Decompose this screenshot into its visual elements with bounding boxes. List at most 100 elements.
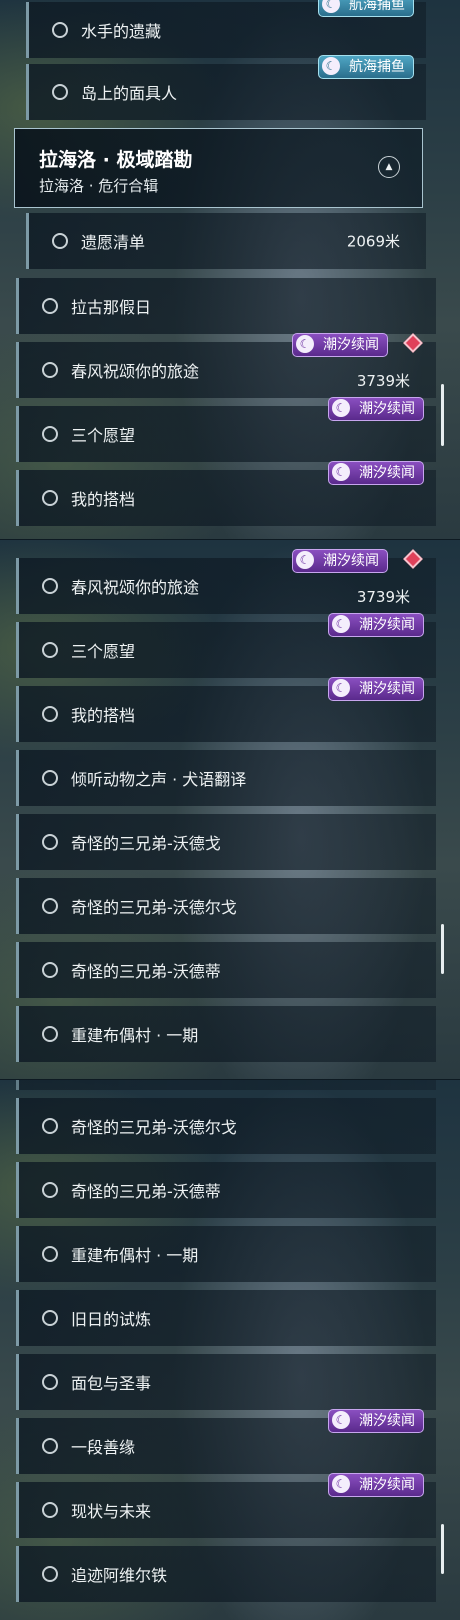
quest-label: 奇怪的三兄弟-沃德尔戈: [71, 898, 237, 917]
quest-label: 我的搭档: [71, 490, 136, 509]
quest-row[interactable]: 水手的遗藏 ☾ 航海捕鱼: [26, 0, 426, 58]
quest-list-panel-2: 春风祝颂你的旅途 ☾ 潮汐续闻 3739米 三个愿望 ☾ 潮汐续闻 我的搭档 ☾…: [0, 540, 460, 1080]
quest-row[interactable]: 倾听动物之声 · 犬语翻译: [16, 750, 436, 806]
crescent-wave-icon: ☾: [332, 1475, 350, 1493]
quest-row[interactable]: 拉古那假日: [16, 278, 436, 334]
crescent-wave-icon: ☾: [296, 335, 314, 353]
quest-radio[interactable]: [42, 706, 58, 722]
badge-label: 潮汐续闻: [359, 1477, 415, 1493]
quest-radio[interactable]: [42, 1246, 58, 1262]
quest-radio[interactable]: [42, 426, 58, 442]
tidal-tales-badge: ☾ 潮汐续闻: [292, 333, 388, 357]
section-header[interactable]: 拉海洛 · 极域踏勘 拉海洛 · 危行合辑 ▲: [14, 128, 423, 208]
tidal-tales-badge: ☾ 潮汐续闻: [292, 549, 388, 573]
sailing-fishing-badge: ☾ 航海捕鱼: [318, 55, 414, 79]
quest-row[interactable]: 岛上的面具人 ☾ 航海捕鱼: [26, 55, 426, 120]
quest-label: 一段善缘: [71, 1438, 136, 1457]
quest-label: 奇怪的三兄弟-沃德蒂: [71, 1182, 221, 1201]
tidal-tales-badge: ☾ 潮汐续闻: [328, 397, 424, 421]
quest-radio[interactable]: [42, 1026, 58, 1042]
quest-radio[interactable]: [42, 1310, 58, 1326]
quest-radio[interactable]: [52, 233, 68, 249]
badge-label: 潮汐续闻: [359, 1413, 415, 1429]
scrollbar-thumb[interactable]: [441, 1524, 444, 1574]
crescent-wave-icon: ☾: [332, 1411, 350, 1429]
quest-row[interactable]: 春风祝颂你的旅途 ☾ 潮汐续闻 3739米: [16, 549, 436, 614]
quest-row[interactable]: 我的搭档 ☾ 潮汐续闻: [16, 461, 436, 526]
quest-row[interactable]: 遗愿清单 2069米: [26, 213, 426, 269]
quest-radio[interactable]: [42, 770, 58, 786]
quest-row[interactable]: 重建布偶村 · 一期: [16, 1226, 436, 1282]
quest-radio[interactable]: [42, 578, 58, 594]
quest-row[interactable]: 三个愿望 ☾ 潮汐续闻: [16, 397, 436, 462]
quest-radio[interactable]: [42, 1182, 58, 1198]
quest-row[interactable]: 奇怪的三兄弟-沃德尔戈: [16, 878, 436, 934]
quest-radio[interactable]: [42, 834, 58, 850]
triangle-up-icon: ▲: [385, 162, 393, 172]
sailing-fishing-badge: ☾ 航海捕鱼: [318, 0, 414, 17]
quest-label: 遗愿清单: [81, 233, 146, 252]
quest-row[interactable]: 三个愿望 ☾ 潮汐续闻: [16, 613, 436, 678]
quest-label: 春风祝颂你的旅途: [71, 578, 200, 597]
quest-label: 我的搭档: [71, 706, 136, 725]
crescent-wave-icon: ☾: [322, 0, 340, 13]
crescent-wave-icon: ☾: [332, 463, 350, 481]
quest-distance: 3739米: [356, 372, 410, 390]
quest-radio[interactable]: [42, 962, 58, 978]
badge-label: 潮汐续闻: [359, 465, 415, 481]
crescent-wave-icon: ☾: [332, 679, 350, 697]
quest-radio[interactable]: [42, 1374, 58, 1390]
quest-distance: 3739米: [356, 588, 410, 606]
quest-row[interactable]: 一段善缘 ☾ 潮汐续闻: [16, 1409, 436, 1474]
scrollbar-thumb[interactable]: [441, 924, 444, 974]
quest-distance: 2069米: [346, 232, 400, 251]
quest-label: 拉古那假日: [71, 298, 152, 317]
quest-list-panel-3: 奇怪的三兄弟-沃德尔戈 奇怪的三兄弟-沃德蒂 重建布偶村 · 一期 旧日的试炼 …: [0, 1080, 460, 1620]
quest-radio[interactable]: [42, 1118, 58, 1134]
badge-label: 航海捕鱼: [349, 0, 405, 13]
crescent-wave-icon: ☾: [332, 615, 350, 633]
quest-radio[interactable]: [42, 490, 58, 506]
quest-label: 重建布偶村 · 一期: [71, 1246, 199, 1265]
quest-radio[interactable]: [42, 642, 58, 658]
quest-radio[interactable]: [42, 298, 58, 314]
quest-radio[interactable]: [42, 1502, 58, 1518]
quest-row[interactable]: 旧日的试炼: [16, 1290, 436, 1346]
quest-radio[interactable]: [42, 898, 58, 914]
scrollbar-thumb[interactable]: [441, 384, 444, 446]
tracked-marker-icon: [403, 333, 423, 353]
quest-row[interactable]: 奇怪的三兄弟-沃德尔戈: [16, 1098, 436, 1154]
badge-label: 潮汐续闻: [359, 617, 415, 633]
quest-row[interactable]: 奇怪的三兄弟-沃德蒂: [16, 942, 436, 998]
tracked-marker-icon: [403, 549, 423, 569]
quest-radio[interactable]: [42, 1438, 58, 1454]
quest-row[interactable]: 我的搭档 ☾ 潮汐续闻: [16, 677, 436, 742]
quest-label: 春风祝颂你的旅途: [71, 362, 200, 381]
quest-row[interactable]: 面包与圣事: [16, 1354, 436, 1410]
quest-row[interactable]: 奇怪的三兄弟-沃德戈: [16, 814, 436, 870]
quest-list-panel-1: 水手的遗藏 ☾ 航海捕鱼 岛上的面具人 ☾ 航海捕鱼 拉海洛 · 极域踏勘 拉海…: [0, 0, 460, 540]
section-title: 拉海洛 · 极域踏勘: [39, 149, 193, 171]
section-subtitle: 拉海洛 · 危行合辑: [39, 177, 159, 195]
badge-label: 潮汐续闻: [323, 337, 379, 353]
quest-row[interactable]: 重建布偶村 · 一期: [16, 1006, 436, 1062]
quest-list: 奇怪的三兄弟-沃德尔戈 奇怪的三兄弟-沃德蒂 重建布偶村 · 一期 旧日的试炼 …: [0, 1080, 460, 1620]
quest-list: 春风祝颂你的旅途 ☾ 潮汐续闻 3739米 三个愿望 ☾ 潮汐续闻 我的搭档 ☾…: [0, 540, 460, 1080]
crescent-wave-icon: ☾: [296, 551, 314, 569]
quest-row[interactable]: 现状与未来 ☾ 潮汐续闻: [16, 1473, 436, 1538]
quest-row[interactable]: 春风祝颂你的旅途 ☾ 潮汐续闻 3739米: [16, 333, 436, 398]
quest-row[interactable]: 奇怪的三兄弟-沃德蒂: [16, 1162, 436, 1218]
badge-label: 潮汐续闻: [323, 553, 379, 569]
tidal-tales-badge: ☾ 潮汐续闻: [328, 613, 424, 637]
quest-radio[interactable]: [42, 362, 58, 378]
quest-label: 岛上的面具人: [81, 84, 178, 103]
quest-radio[interactable]: [52, 84, 68, 100]
quest-row[interactable]: 追迹阿维尔铁: [16, 1546, 436, 1602]
collapse-button[interactable]: ▲: [378, 156, 400, 178]
quest-label: 重建布偶村 · 一期: [71, 1026, 199, 1045]
badge-label: 潮汐续闻: [359, 681, 415, 697]
crescent-wave-icon: ☾: [322, 57, 340, 75]
quest-row-partial: [16, 1080, 436, 1090]
quest-radio[interactable]: [42, 1566, 58, 1582]
quest-radio[interactable]: [52, 22, 68, 38]
